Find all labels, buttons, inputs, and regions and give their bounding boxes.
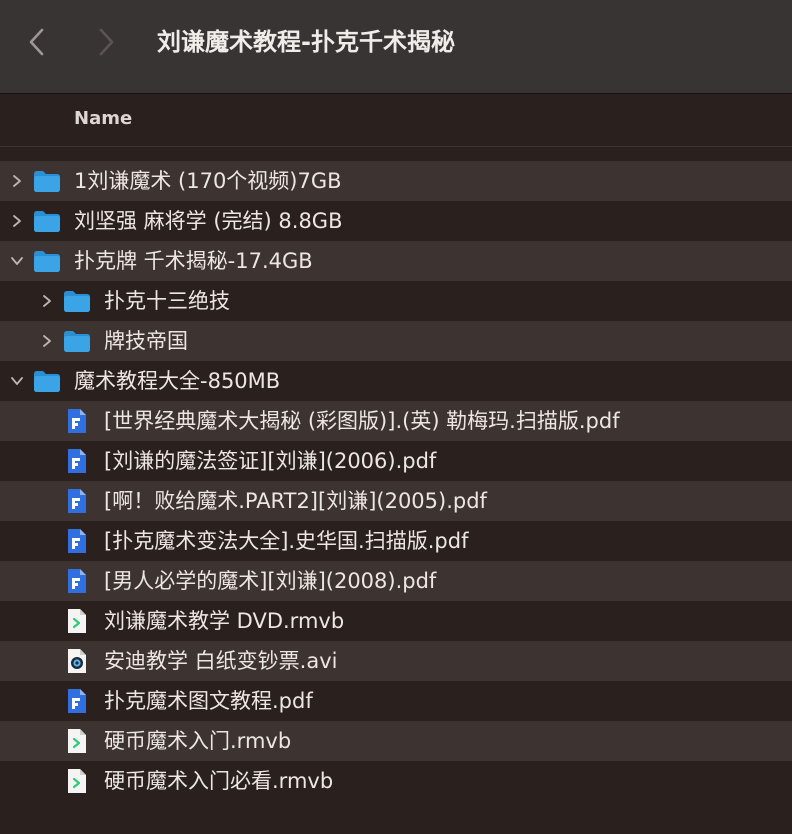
file-row[interactable]: [男人必学的魔术][刘谦](2008).pdf [0,561,792,601]
folder-row[interactable]: 扑克十三绝技 [0,281,792,321]
back-button[interactable] [22,24,50,60]
folder-row[interactable]: 牌技帝国 [0,321,792,361]
row-label: [男人必学的魔术][刘谦](2008).pdf [104,569,437,593]
folder-icon [33,368,61,394]
file-row[interactable]: 硬币魔术入门.rmvb [0,721,792,761]
chevron-right-icon [99,28,114,56]
file-row[interactable]: [刘谦的魔法签证][刘谦](2006).pdf [0,441,792,481]
row-label: 扑克牌 千术揭秘-17.4GB [74,249,313,273]
window-title: 刘谦魔术教程-扑克千术揭秘 [157,28,455,56]
file-row[interactable]: [扑克魔术变法大全].史华国.扫描版.pdf [0,521,792,561]
pdf-file-icon [63,408,91,434]
row-label: [扑克魔术变法大全].史华国.扫描版.pdf [104,529,469,553]
disclosure-collapsed-icon[interactable] [7,171,27,191]
file-row[interactable]: [世界经典魔术大揭秘 (彩图版)].(英) 勒梅玛.扫描版.pdf [0,401,792,441]
disclosure-collapsed-icon[interactable] [7,211,27,231]
folder-row[interactable]: 扑克牌 千术揭秘-17.4GB [0,241,792,281]
row-label: [世界经典魔术大揭秘 (彩图版)].(英) 勒梅玛.扫描版.pdf [104,409,620,433]
video-file-icon [63,728,91,754]
disclosure-expanded-icon[interactable] [7,371,27,391]
row-label: 魔术教程大全-850MB [74,369,281,393]
pdf-file-icon [63,568,91,594]
window-toolbar: 刘谦魔术教程-扑克千术揭秘 [0,0,792,94]
row-label: 牌技帝国 [104,329,188,353]
video-file-icon [63,608,91,634]
row-label: 扑克魔术图文教程.pdf [104,689,313,713]
video-file-icon [63,768,91,794]
folder-row[interactable]: 魔术教程大全-850MB [0,361,792,401]
pdf-file-icon [63,488,91,514]
chevron-left-icon [29,28,44,56]
row-label: 1刘谦魔术 (170个视频)7GB [74,169,342,193]
folder-icon [33,168,61,194]
disclosure-expanded-icon[interactable] [7,251,27,271]
folder-row[interactable]: 刘坚强 麻将学 (完结) 8.8GB [0,201,792,241]
row-label: 刘谦魔术教学 DVD.rmvb [104,609,345,633]
folder-icon [63,328,91,354]
folder-icon [63,288,91,314]
row-label: 硬币魔术入门.rmvb [104,729,292,753]
row-label: 扑克十三绝技 [104,289,230,313]
folder-icon [33,208,61,234]
name-column-header[interactable]: Name [74,108,132,129]
quicktime-file-icon [63,648,91,674]
forward-button[interactable] [93,24,121,60]
file-row[interactable]: [啊！败给魔术.PART2][刘谦](2005).pdf [0,481,792,521]
row-label: [啊！败给魔术.PART2][刘谦](2005).pdf [104,489,487,513]
row-label: 硬币魔术入门必看.rmvb [104,769,334,793]
row-label: 安迪教学 白纸变钞票.avi [104,649,338,673]
file-row[interactable]: 硬币魔术入门必看.rmvb [0,761,792,801]
disclosure-collapsed-icon[interactable] [37,291,57,311]
folder-icon [33,248,61,274]
pdf-file-icon [63,528,91,554]
file-row[interactable]: 扑克魔术图文教程.pdf [0,681,792,721]
file-row[interactable]: 刘谦魔术教学 DVD.rmvb [0,601,792,641]
disclosure-collapsed-icon[interactable] [37,331,57,351]
row-label: 刘坚强 麻将学 (完结) 8.8GB [74,209,343,233]
file-list: 1刘谦魔术 (170个视频)7GB 刘坚强 麻将学 (完结) 8.8GB 扑克牌 千… [0,161,792,801]
pdf-file-icon [63,448,91,474]
folder-row[interactable]: 1刘谦魔术 (170个视频)7GB [0,161,792,201]
column-header: Name [0,94,792,147]
pdf-file-icon [63,688,91,714]
row-label: [刘谦的魔法签证][刘谦](2006).pdf [104,449,437,473]
file-row[interactable]: 安迪教学 白纸变钞票.avi [0,641,792,681]
